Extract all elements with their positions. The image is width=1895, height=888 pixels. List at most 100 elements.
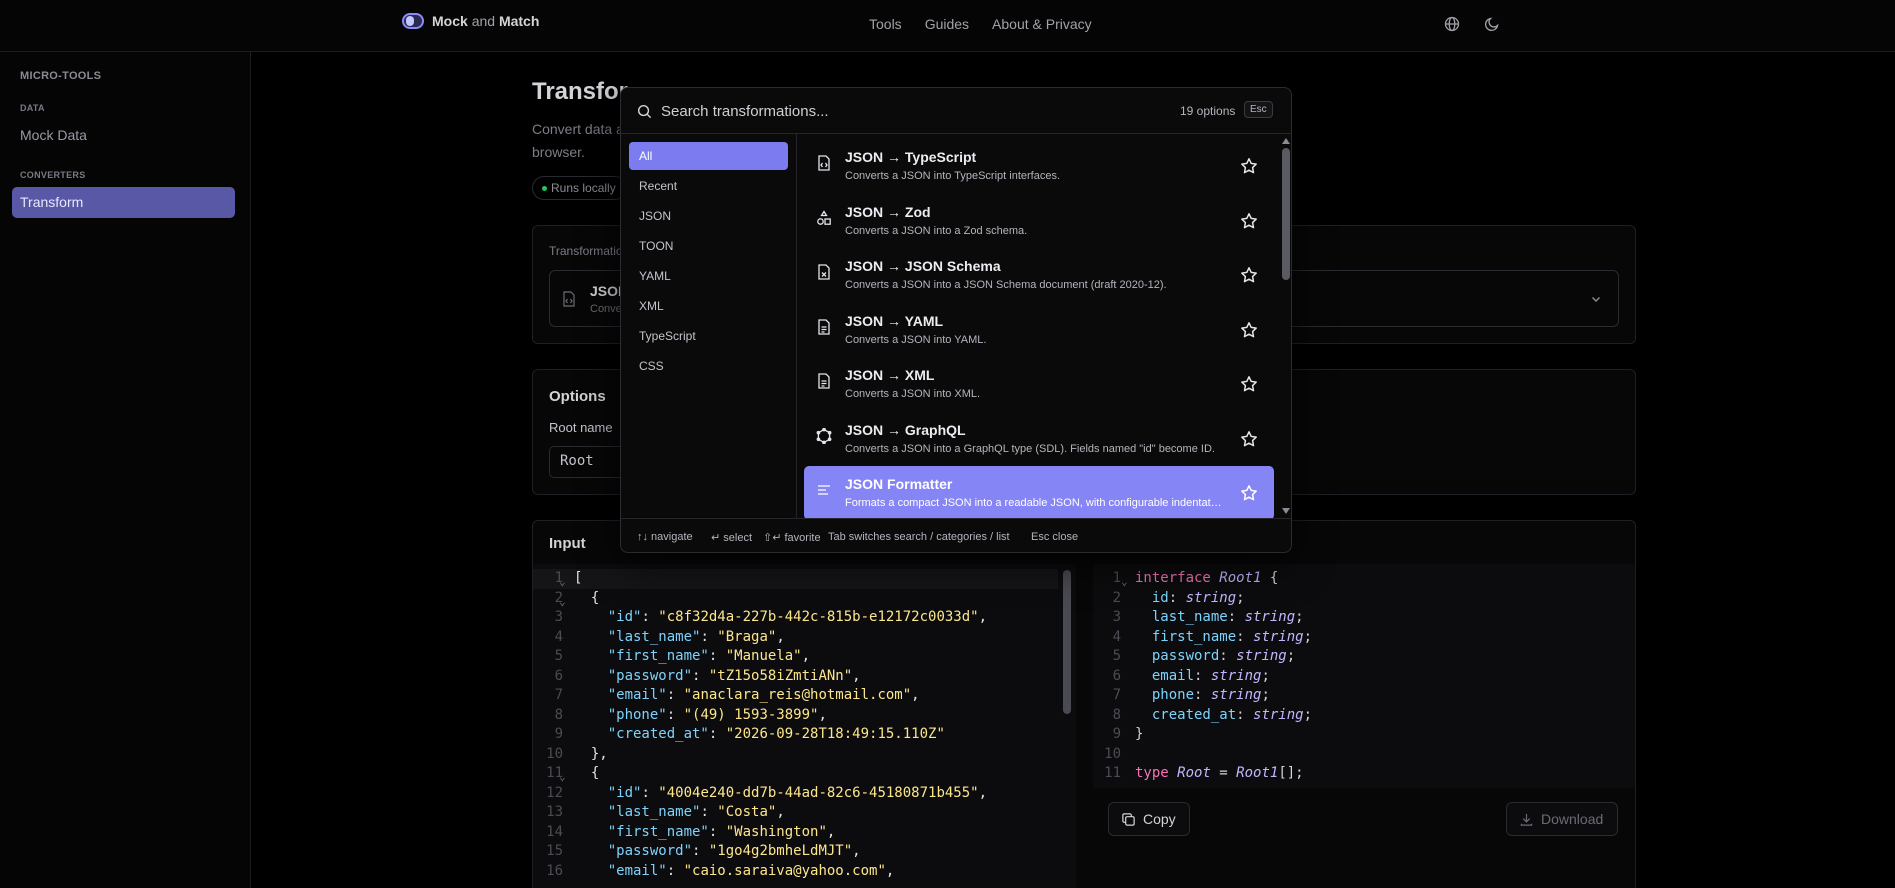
palette-item-title: JSON → Zod — [845, 203, 931, 220]
category-toon[interactable]: TOON — [629, 232, 788, 260]
hint-navigate: ↑↓ navigate — [637, 531, 693, 543]
input-code-line: 7 "email": "anaclara_reis@hotmail.com", — [533, 686, 1058, 706]
input-code-line: 14 "first_name": "Washington", — [533, 823, 1058, 843]
line-number: 14 — [546, 823, 563, 840]
output-code-line: 11 type Root = Root1[]; — [1093, 764, 1633, 784]
category-recent[interactable]: Recent — [629, 172, 788, 200]
code-text: "created_at": "2026-09-28T18:49:15.110Z" — [607, 726, 945, 742]
output-code-line: 10 — [1093, 745, 1633, 765]
star-icon[interactable] — [1240, 321, 1258, 339]
code-text: password: string; — [1151, 648, 1296, 664]
line-number: 12 — [546, 784, 563, 801]
palette-item[interactable]: JSON → JSON Schema Converts a JSON into a… — [804, 248, 1274, 302]
globe-icon[interactable] — [1444, 16, 1460, 32]
output-code-line: 8 created_at: string; — [1093, 706, 1633, 726]
line-number: 7 — [554, 687, 563, 703]
transformation-palette: 19 options Esc AllRecentJSONTOONYAMLXMLT… — [620, 87, 1292, 553]
input-code-line: 16 "email": "caio.saraiva@yahoo.com", — [533, 862, 1058, 882]
palette-item-title: JSON → GraphQL — [845, 421, 966, 438]
runs-locally-badge: Runs locally — [532, 176, 627, 200]
line-number: 4 — [554, 628, 563, 645]
input-code-line: 9 "created_at": "2026-09-28T18:49:15.110… — [533, 725, 1058, 745]
star-icon[interactable] — [1240, 430, 1258, 448]
input-scrollbar[interactable] — [1063, 570, 1071, 714]
moon-icon[interactable] — [1484, 16, 1500, 32]
code-text: id: string; — [1151, 589, 1245, 606]
line-number: 10 — [546, 745, 563, 762]
palette-search-input[interactable] — [661, 100, 1141, 122]
sidebar-item-transform[interactable]: Transform — [12, 187, 235, 218]
category-css[interactable]: CSS — [629, 352, 788, 380]
code-text: [ — [574, 570, 583, 586]
code-text: "email": "caio.saraiva@yahoo.com", — [607, 862, 895, 879]
star-icon[interactable] — [1240, 266, 1258, 284]
input-code-line: 8 "phone": "(49) 1593-3899", — [533, 706, 1058, 726]
nav-links: Tools Guides About & Privacy — [869, 16, 1092, 32]
options-heading: Options — [549, 388, 606, 405]
category-json[interactable]: JSON — [629, 202, 788, 230]
code-text: "id": "c8f32d4a-227b-442c-815b-e12172c00… — [607, 609, 988, 625]
code-text: phone: string; — [1151, 687, 1270, 703]
line-number: 2 — [1112, 589, 1121, 606]
sidebar-item-mock-data[interactable]: Mock Data — [12, 120, 235, 151]
code-text: "last_name": "Braga", — [607, 628, 785, 645]
code-text: "email": "anaclara_reis@hotmail.com", — [607, 687, 920, 703]
palette-item[interactable]: JSON → Zod Converts a JSON into a Zod sch… — [804, 194, 1274, 248]
input-code-line: 13 "last_name": "Costa", — [533, 803, 1058, 823]
input-code-line: 11 ⌄ { — [533, 764, 1058, 784]
input-heading: Input — [549, 535, 586, 552]
file-text-icon — [818, 318, 830, 335]
nav-about[interactable]: About & Privacy — [992, 16, 1092, 32]
palette-item-title: JSON → JSON Schema — [845, 258, 1001, 274]
output-code-line: 7 phone: string; — [1093, 686, 1633, 706]
palette-item[interactable]: JSON → XML Converts a JSON into XML. — [804, 357, 1274, 411]
palette-scrollbar[interactable] — [1279, 134, 1291, 518]
code-text: created_at: string; — [1151, 706, 1313, 723]
palette-item-title: JSON → TypeScript — [845, 149, 977, 165]
line-number: 1 — [1112, 570, 1121, 586]
output-editor[interactable]: 1 ⌄ interface Root1 {2 id: string; 3 last_n… — [1093, 564, 1635, 788]
line-number: 5 — [1112, 648, 1121, 664]
file-code-icon — [818, 155, 830, 171]
palette-item-desc: Converts a JSON into a JSON Schema docum… — [845, 279, 1167, 291]
scroll-up-icon[interactable] — [1282, 138, 1290, 144]
star-icon[interactable] — [1240, 157, 1258, 175]
palette-item[interactable]: JSON → TypeScript Converts a JSON into Ty… — [804, 139, 1274, 193]
palette-item[interactable]: JSON Formatter Formats a compact JSON int… — [804, 466, 1274, 518]
output-code-line: 5 password: string; — [1093, 647, 1633, 667]
download-button[interactable]: Download — [1506, 802, 1618, 836]
align-left-icon — [818, 485, 830, 495]
graphql-icon — [816, 427, 832, 444]
category-xml[interactable]: XML — [629, 292, 788, 320]
file-code-icon — [563, 291, 575, 307]
palette-item-title: JSON → YAML — [845, 312, 944, 329]
search-icon — [637, 104, 652, 119]
palette-item-desc: Converts a JSON into YAML. — [845, 333, 987, 346]
category-typescript[interactable]: TypeScript — [629, 322, 788, 350]
palette-scroll-thumb[interactable] — [1282, 148, 1290, 280]
palette-item-title: JSON → XML — [845, 367, 935, 383]
input-editor[interactable]: 1 ⌄[2 ⌄ {3 "id": "c8f32d4a-227b-442c-815b-… — [533, 564, 1076, 888]
category-all[interactable]: All — [629, 142, 788, 170]
brand-name: Mock and Match — [432, 13, 540, 29]
code-text: { — [574, 765, 600, 781]
hint-favorite: ⇧↵ favorite — [763, 532, 821, 544]
nav-tools[interactable]: Tools — [869, 16, 902, 32]
palette-item[interactable]: JSON → GraphQL Converts a JSON into a Gra… — [804, 412, 1274, 466]
nav-guides[interactable]: Guides — [925, 16, 969, 32]
category-yaml[interactable]: YAML — [629, 262, 788, 290]
sidebar-title: MICRO-TOOLS — [20, 70, 102, 82]
line-number: 13 — [546, 804, 563, 820]
brand-logo[interactable]: Mock and Match — [402, 13, 539, 29]
copy-button[interactable]: Copy — [1108, 802, 1190, 836]
palette-item[interactable]: JSON → YAML Converts a JSON into YAML. — [804, 303, 1274, 357]
star-icon[interactable] — [1240, 484, 1258, 502]
sidebar-group-converters: CONVERTERS — [20, 170, 86, 180]
star-icon[interactable] — [1240, 375, 1258, 393]
line-number: 6 — [1112, 667, 1121, 684]
line-number: 6 — [554, 667, 563, 684]
star-icon[interactable] — [1240, 212, 1258, 230]
hint-tab: Tab switches search / categories / list — [828, 531, 1010, 543]
esc-key-hint[interactable]: Esc — [1244, 101, 1273, 118]
scroll-down-icon[interactable] — [1282, 508, 1290, 514]
